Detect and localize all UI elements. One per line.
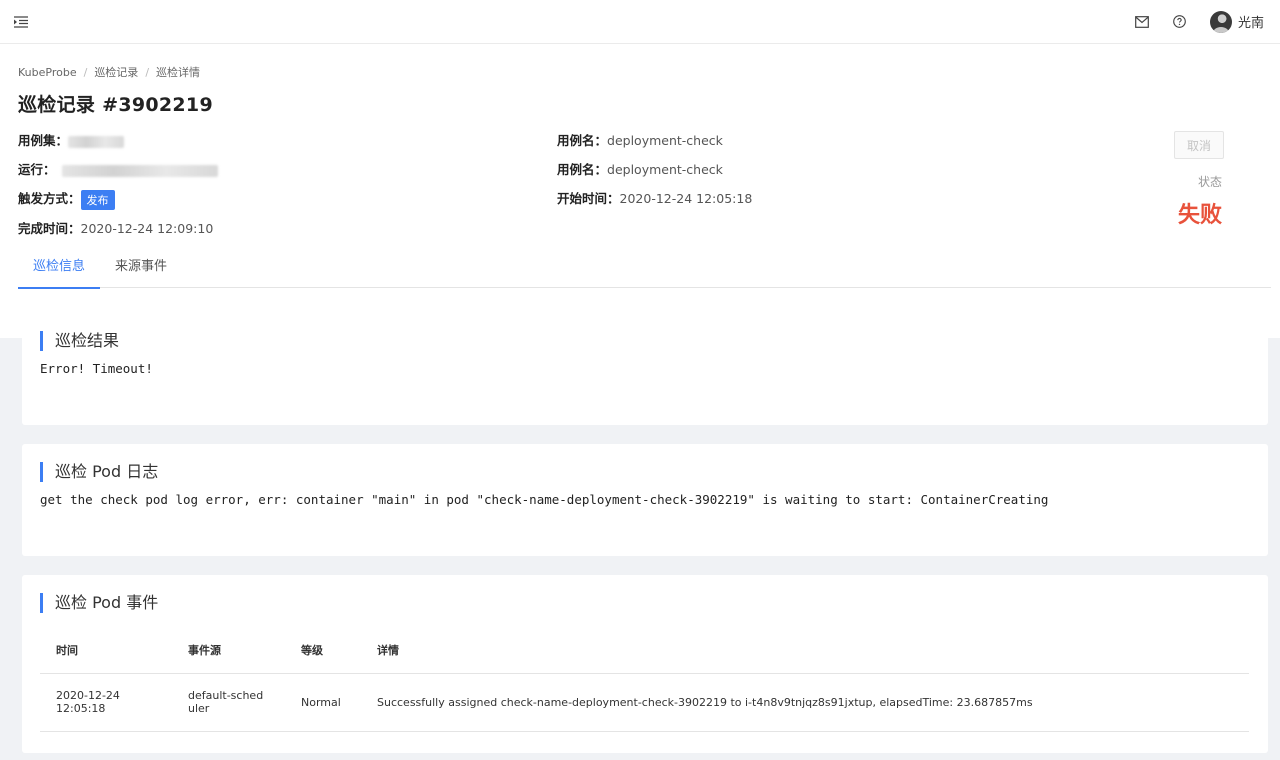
detail-tabs: 巡检信息 来源事件: [18, 250, 1271, 289]
mail-icon[interactable]: [1134, 14, 1150, 30]
breadcrumb-separator: /: [83, 65, 88, 79]
event-time: 2020-12-24 12:05:18: [40, 673, 172, 732]
breadcrumb-separator: /: [145, 65, 150, 79]
question-circle-icon[interactable]: [1172, 14, 1188, 30]
avatar: [1209, 10, 1232, 33]
breadcrumb-kubeprobe[interactable]: KubeProbe: [18, 66, 77, 79]
redacted-value: [61, 164, 218, 177]
case-name-label: 用例名：: [557, 162, 608, 177]
breadcrumb: KubeProbe / 巡检记录 / 巡检详情: [18, 64, 1262, 80]
card-title: 巡检 Pod 日志: [40, 462, 1250, 482]
run-label: 运行：: [18, 162, 56, 177]
case-name-value: deployment-check: [607, 162, 723, 177]
status-value: 失败: [1177, 203, 1222, 228]
case-name-label: 用例名：: [557, 133, 608, 148]
trigger-tag: 发布: [80, 189, 115, 210]
info-finish-time: 完成时间：2020-12-24 12:09:10: [18, 218, 213, 237]
breadcrumb-current: 巡检详情: [156, 66, 201, 79]
event-detail: Successfully assigned check-name-deploym…: [361, 673, 1249, 732]
event-level: Normal: [285, 673, 361, 732]
info-case-name-1: 用例名：deployment-check: [557, 130, 723, 149]
page-title: 巡检记录 #3902219: [18, 94, 213, 116]
user-menu[interactable]: 光南: [1209, 10, 1264, 33]
status-label: 状态: [1197, 175, 1222, 189]
finish-time-value: 2020-12-24 12:09:10: [80, 221, 214, 236]
info-trigger: 触发方式： 发布: [18, 188, 115, 210]
events-card: 巡检 Pod 事件 时间 事件源 等级 详情 2020-12-24 12:05:…: [22, 575, 1268, 753]
events-table: 时间 事件源 等级 详情 2020-12-24 12:05:18 default…: [40, 639, 1249, 732]
log-card: 巡检 Pod 日志 get the check pod log error, e…: [22, 444, 1268, 556]
log-content: get the check pod log error, err: contai…: [40, 492, 1049, 507]
column-header-source: 事件源: [172, 639, 285, 674]
info-start-time: 开始时间：2020-12-24 12:05:18: [557, 188, 752, 207]
tab-source-events[interactable]: 来源事件: [100, 250, 182, 288]
start-time-value: 2020-12-24 12:05:18: [619, 191, 753, 206]
top-bar: 光南: [0, 0, 1280, 44]
event-source: default-scheduler: [172, 673, 285, 732]
redacted-value: [68, 135, 125, 148]
tab-inspection-info[interactable]: 巡检信息: [18, 250, 101, 289]
info-case-name-2: 用例名：deployment-check: [557, 159, 723, 178]
column-header-time: 时间: [40, 639, 172, 674]
card-title: 巡检 Pod 事件: [40, 593, 1250, 613]
card-title: 巡检结果: [40, 331, 1250, 351]
user-name: 光南: [1237, 16, 1264, 31]
info-run: 运行：: [18, 159, 218, 178]
menu-fold-icon[interactable]: [14, 14, 30, 30]
result-content: Error! Timeout!: [40, 361, 153, 376]
case-name-value: deployment-check: [607, 133, 723, 148]
cancel-button[interactable]: 取消: [1174, 131, 1224, 159]
column-header-detail: 详情: [361, 639, 1249, 674]
trigger-label: 触发方式：: [18, 191, 81, 206]
start-time-label: 开始时间：: [557, 191, 620, 206]
table-header-row: 时间 事件源 等级 详情: [40, 639, 1249, 674]
breadcrumb-records[interactable]: 巡检记录: [94, 64, 138, 80]
case-set-label: 用例集：: [18, 133, 69, 148]
table-row: 2020-12-24 12:05:18 default-scheduler No…: [40, 673, 1249, 732]
result-card: 巡检结果 Error! Timeout!: [22, 313, 1268, 425]
info-case-set: 用例集：: [18, 130, 125, 149]
column-header-level: 等级: [285, 639, 361, 674]
finish-time-label: 完成时间：: [18, 221, 81, 236]
